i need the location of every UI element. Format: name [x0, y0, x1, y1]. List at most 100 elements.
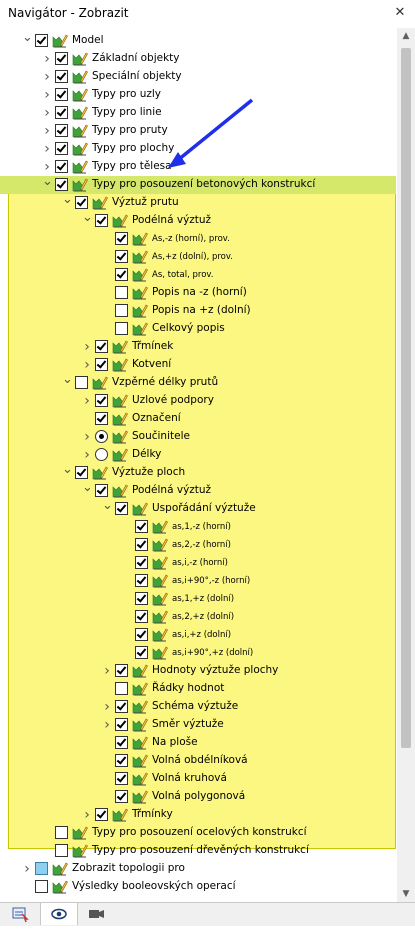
tree-item-na-plose[interactable]: Na ploše — [0, 734, 396, 752]
checkbox[interactable] — [135, 592, 148, 605]
chevron-down-icon[interactable]: ⌄ — [82, 211, 93, 225]
tree-item-ocel[interactable]: Typy pro posouzení ocelových konstrukcí — [0, 824, 396, 842]
tree-item-aid[interactable]: as,i,+z (dolní) — [0, 626, 396, 644]
data-tab[interactable] — [2, 903, 38, 925]
checkbox[interactable] — [115, 304, 128, 317]
checkbox[interactable] — [135, 520, 148, 533]
checkbox[interactable] — [35, 34, 48, 47]
tree-item-ai90d[interactable]: as,i+90°,+z (dolní) — [0, 644, 396, 662]
tree-item-topologie[interactable]: › Zobrazit topologii pro — [0, 860, 396, 878]
checkbox[interactable] — [135, 538, 148, 551]
tree-item-pruty[interactable]: › Typy pro pruty — [0, 122, 396, 140]
tree-item-as-horni[interactable]: As,-z (horní), prov. — [0, 230, 396, 248]
checkbox[interactable] — [95, 808, 108, 821]
tree-item-a2d[interactable]: as,2,+z (dolní) — [0, 608, 396, 626]
radio-button[interactable] — [95, 430, 108, 443]
checkbox[interactable] — [35, 862, 48, 875]
checkbox[interactable] — [115, 286, 128, 299]
checkbox[interactable] — [95, 412, 108, 425]
tree-item-vyztuze-ploch[interactable]: ⌄ Výztuže ploch — [0, 463, 396, 482]
checkbox[interactable] — [135, 574, 148, 587]
checkbox[interactable] — [35, 880, 48, 893]
chevron-right-icon[interactable]: › — [42, 124, 52, 138]
checkbox[interactable] — [55, 160, 68, 173]
checkbox[interactable] — [55, 106, 68, 119]
tree-item-booleovske[interactable]: Výsledky booleovských operací — [0, 878, 396, 896]
checkbox[interactable] — [115, 682, 128, 695]
checkbox[interactable] — [55, 70, 68, 83]
tree-item-vyztuz-prutu[interactable]: ⌄ Výztuž prutu — [0, 193, 396, 212]
tree-item-telesa[interactable]: › Typy pro tělesa — [0, 158, 396, 176]
tree-item-as-total[interactable]: As, total, prov. — [0, 266, 396, 284]
tree-item-as-dolni[interactable]: As,+z (dolní), prov. — [0, 248, 396, 266]
tree-item-delky[interactable]: › Délky — [0, 446, 396, 464]
chevron-right-icon[interactable]: › — [82, 448, 92, 462]
tree-item-volna-obd[interactable]: Volná obdélníková — [0, 752, 396, 770]
checkbox[interactable] — [55, 178, 68, 191]
checkbox[interactable] — [95, 394, 108, 407]
tree-item-oznaceni[interactable]: Označení — [0, 410, 396, 428]
checkbox[interactable] — [115, 736, 128, 749]
tree-item-popis-dolni[interactable]: Popis na +z (dolní) — [0, 302, 396, 320]
camera-tab[interactable] — [78, 903, 114, 925]
tree-item-plochy[interactable]: › Typy pro plochy — [0, 140, 396, 158]
checkbox[interactable] — [115, 322, 128, 335]
chevron-down-icon[interactable]: ⌄ — [42, 175, 53, 189]
checkbox[interactable] — [135, 628, 148, 641]
chevron-right-icon[interactable]: › — [42, 106, 52, 120]
checkbox[interactable] — [135, 646, 148, 659]
chevron-right-icon[interactable]: › — [102, 718, 112, 732]
tree-item-drevo[interactable]: Typy pro posouzení dřevěných konstrukcí — [0, 842, 396, 860]
chevron-down-icon[interactable]: ⌄ — [102, 499, 113, 513]
chevron-right-icon[interactable]: › — [42, 52, 52, 66]
chevron-right-icon[interactable]: › — [82, 430, 92, 444]
chevron-right-icon[interactable]: › — [22, 862, 32, 876]
tree-item-radky[interactable]: Řádky hodnot — [0, 680, 396, 698]
chevron-down-icon[interactable]: ⌄ — [62, 463, 73, 477]
scrollbar-thumb[interactable] — [401, 48, 411, 748]
tree-item-soucinitele[interactable]: › Součinitele — [0, 428, 396, 446]
tree-item-schema[interactable]: › Schéma výztuže — [0, 698, 396, 716]
tree-item-a2h[interactable]: as,2,-z (horní) — [0, 536, 396, 554]
tree-item-aih[interactable]: as,i,-z (horní) — [0, 554, 396, 572]
tree-item-zakladni[interactable]: › Základní objekty — [0, 50, 396, 68]
tree-item-trminek[interactable]: › Třmínek — [0, 338, 396, 356]
tree-item-model[interactable]: ⌄ Model — [0, 31, 396, 50]
tree-item-trminky[interactable]: › Třmínky — [0, 806, 396, 824]
tree-item-usporadani[interactable]: ⌄ Uspořádání výztuže — [0, 499, 396, 518]
chevron-right-icon[interactable]: › — [102, 700, 112, 714]
chevron-down-icon[interactable]: ⌄ — [62, 373, 73, 387]
checkbox[interactable] — [115, 268, 128, 281]
tree-item-beton[interactable]: ⌄ Typy pro posouzení betonových konstrukc… — [0, 175, 396, 194]
chevron-right-icon[interactable]: › — [42, 160, 52, 174]
chevron-right-icon[interactable]: › — [42, 70, 52, 84]
scroll-down-icon[interactable]: ▼ — [397, 886, 415, 902]
checkbox[interactable] — [135, 556, 148, 569]
radio-button[interactable] — [95, 448, 108, 461]
checkbox[interactable] — [95, 340, 108, 353]
chevron-right-icon[interactable]: › — [82, 358, 92, 372]
tree-item-kotveni[interactable]: › Kotvení — [0, 356, 396, 374]
tree-item-podelna[interactable]: ⌄ Podélná výztuž — [0, 211, 396, 230]
checkbox[interactable] — [55, 826, 68, 839]
checkbox[interactable] — [55, 142, 68, 155]
vertical-scrollbar[interactable]: ▲ ▼ — [397, 28, 415, 902]
checkbox[interactable] — [115, 232, 128, 245]
checkbox[interactable] — [55, 844, 68, 857]
checkbox[interactable] — [115, 772, 128, 785]
checkbox[interactable] — [55, 88, 68, 101]
scroll-up-icon[interactable]: ▲ — [397, 28, 415, 44]
checkbox[interactable] — [115, 700, 128, 713]
chevron-right-icon[interactable]: › — [42, 88, 52, 102]
checkbox[interactable] — [55, 124, 68, 137]
checkbox[interactable] — [95, 358, 108, 371]
tree-item-uzlove[interactable]: › Uzlové podpory — [0, 392, 396, 410]
tree-item-volna-kruh[interactable]: Volná kruhová — [0, 770, 396, 788]
tree-item-smer[interactable]: › Směr výztuže — [0, 716, 396, 734]
checkbox[interactable] — [115, 502, 128, 515]
chevron-right-icon[interactable]: › — [102, 664, 112, 678]
tree-item-specialni[interactable]: › Speciální objekty — [0, 68, 396, 86]
checkbox[interactable] — [115, 754, 128, 767]
tree-item-a1d[interactable]: as,1,+z (dolní) — [0, 590, 396, 608]
tree-item-linie[interactable]: › Typy pro linie — [0, 104, 396, 122]
